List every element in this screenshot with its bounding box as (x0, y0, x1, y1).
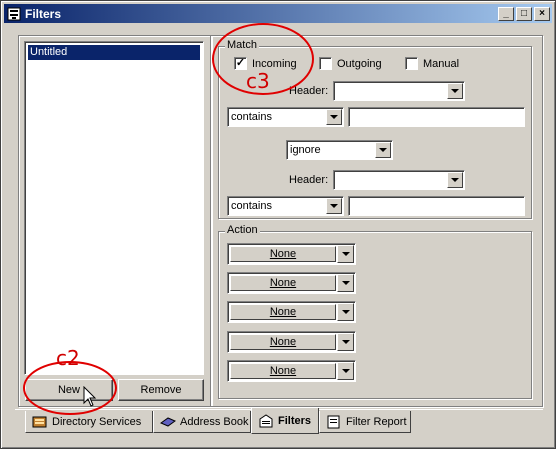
tab-address-book[interactable]: Address Book (153, 411, 251, 433)
address-book-icon (160, 416, 176, 427)
condition1-value: contains (231, 111, 272, 123)
condition2-value: contains (231, 200, 272, 212)
action-1-value: None (269, 248, 297, 260)
app-icon (7, 7, 21, 20)
outgoing-checkbox-box[interactable] (319, 57, 332, 70)
maximize-button[interactable]: □ (516, 6, 532, 21)
value1-input[interactable] (348, 107, 525, 127)
close-icon: × (539, 7, 545, 19)
directory-services-icon (32, 416, 47, 427)
annotation-label-c3: c3 (246, 69, 270, 93)
condition2-dropdown[interactable]: contains (227, 196, 344, 216)
tab-filter-report[interactable]: Filter Report (319, 411, 411, 433)
manual-checkbox[interactable]: Manual (405, 57, 459, 70)
remove-button-label: Remove (140, 384, 182, 396)
filter-list-item-untitled[interactable]: Untitled (28, 45, 200, 60)
condition1-dropdown[interactable]: contains (227, 107, 344, 127)
chevron-down-icon[interactable] (337, 274, 354, 292)
manual-label: Manual (423, 57, 460, 70)
mouse-pointer-icon (83, 386, 97, 407)
action-2-value: None (269, 277, 297, 289)
manual-checkbox-box[interactable] (405, 57, 418, 70)
action-5-value: None (269, 365, 297, 377)
action-group-label: Action (225, 224, 260, 236)
header1-dropdown[interactable] (333, 81, 465, 101)
filter-report-icon (327, 415, 340, 428)
close-button[interactable]: × (534, 6, 550, 21)
operator-dropdown[interactable]: ignore (286, 140, 393, 160)
value2-input[interactable] (348, 196, 525, 216)
chevron-down-icon[interactable] (447, 83, 463, 99)
tab-filter-report-label: Filter Report (346, 415, 407, 428)
chevron-down-icon[interactable] (447, 172, 463, 188)
filter-list[interactable]: Untitled (24, 41, 204, 375)
outgoing-checkbox[interactable]: Outgoing (319, 57, 382, 70)
annotation-label-c2: c2 (56, 346, 80, 370)
action-4-value: None (269, 336, 297, 348)
action-dropdown-5[interactable]: None (227, 360, 356, 382)
chevron-down-icon[interactable] (337, 245, 354, 263)
header2-dropdown[interactable] (333, 170, 465, 190)
action-dropdown-2[interactable]: None (227, 272, 356, 294)
window-title: Filters (25, 6, 62, 21)
minimize-button[interactable]: _ (498, 6, 514, 21)
chevron-down-icon[interactable] (326, 109, 342, 125)
filters-icon (259, 413, 273, 427)
chevron-down-icon[interactable] (337, 333, 354, 351)
header2-label: Header: (289, 174, 329, 186)
tab-filters[interactable]: Filters (251, 408, 319, 434)
title-bar[interactable]: Filters _ □ × (4, 4, 552, 23)
maximize-icon: □ (520, 7, 528, 19)
outgoing-label: Outgoing (337, 57, 382, 70)
tab-address-book-label: Address Book (180, 415, 249, 428)
action-dropdown-4[interactable]: None (227, 331, 356, 353)
action-dropdown-1[interactable]: None (227, 243, 356, 265)
chevron-down-icon[interactable] (337, 362, 354, 380)
action-dropdown-3[interactable]: None (227, 301, 356, 323)
minimize-icon: _ (503, 7, 509, 19)
chevron-down-icon[interactable] (375, 142, 391, 158)
filters-window: Filters _ □ × Untitled New Remove Match … (0, 0, 556, 449)
tab-filters-label: Filters (278, 414, 312, 427)
chevron-down-icon[interactable] (326, 198, 342, 214)
tab-directory-services[interactable]: Directory Services (25, 411, 153, 433)
chevron-down-icon[interactable] (337, 303, 354, 321)
operator-value: ignore (290, 144, 321, 156)
remove-button[interactable]: Remove (118, 379, 204, 401)
tab-directory-services-label: Directory Services (52, 415, 142, 428)
action-3-value: None (269, 306, 297, 318)
